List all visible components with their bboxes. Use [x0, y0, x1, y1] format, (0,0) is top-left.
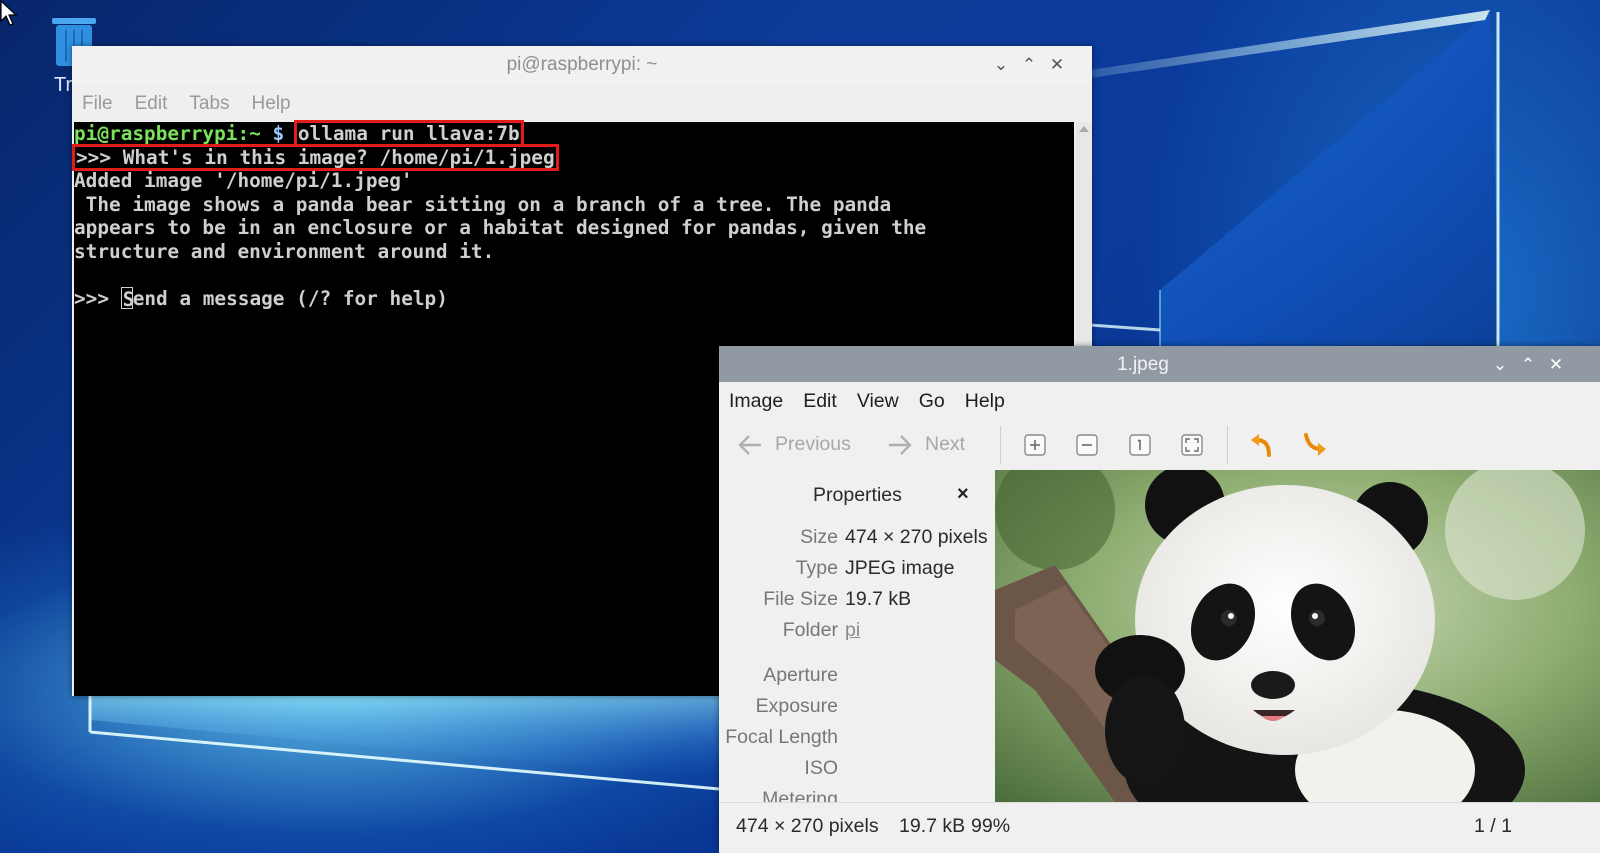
- input-line[interactable]: >>> Send a message (/? for help): [74, 286, 1074, 311]
- status-dimensions: 474 × 270 pixels: [736, 815, 879, 837]
- close-properties-icon[interactable]: ×: [957, 483, 969, 506]
- next-button[interactable]: Next: [887, 433, 965, 456]
- panda-picture: [995, 470, 1600, 802]
- zoom-in-button[interactable]: [1022, 432, 1048, 458]
- properties-panel: Properties × Size 474 × 270 pixels Type …: [719, 470, 995, 802]
- menu-edit[interactable]: Edit: [803, 390, 837, 413]
- minimize-icon[interactable]: ⌄: [990, 54, 1012, 76]
- rotate-right-button[interactable]: [1302, 432, 1328, 458]
- arrow-right-icon: [889, 434, 912, 455]
- menu-image[interactable]: Image: [729, 390, 783, 413]
- zoom-out-icon: [1076, 434, 1098, 456]
- trash-label: Tr: [54, 74, 73, 96]
- close-icon[interactable]: ✕: [1046, 54, 1068, 76]
- zoom-fit-button[interactable]: [1179, 432, 1205, 458]
- previous-button[interactable]: Previous: [737, 433, 851, 456]
- panda-image[interactable]: [995, 470, 1600, 802]
- prompt-dollar: $: [272, 122, 285, 145]
- toolbar-separator: [1227, 426, 1228, 464]
- zoom-normal-icon: [1129, 434, 1151, 456]
- zoom-out-button[interactable]: [1074, 432, 1100, 458]
- menu-file[interactable]: File: [82, 93, 113, 115]
- properties-header: Properties ×: [719, 483, 995, 514]
- terminal-title: pi@raspberrypi: ~: [506, 54, 658, 75]
- property-row-exposure: Exposure: [719, 695, 995, 725]
- status-file-size: 19.7 kB: [899, 815, 966, 837]
- property-key: Exposure: [755, 695, 838, 717]
- zoom-in-icon: [1024, 434, 1046, 456]
- question-line: >>> What's in this image? /home/pi/1.jpe…: [72, 143, 1074, 171]
- property-row-iso: ISO: [719, 757, 995, 787]
- property-row-metering: Metering: [719, 788, 995, 802]
- viewer-titlebar[interactable]: 1.jpeg ⌄ ⌃ ✕: [719, 346, 1600, 382]
- property-key: Aperture: [763, 664, 838, 686]
- output-line: appears to be in an enclosure or a habit…: [74, 216, 927, 239]
- rotate-left-button[interactable]: [1249, 432, 1275, 458]
- output-line: structure and environment around it.: [74, 239, 495, 263]
- input-prefix: >>>: [74, 286, 121, 310]
- menu-help[interactable]: Help: [252, 93, 291, 115]
- arrow-left-icon: [738, 434, 761, 455]
- command-line: pi@raspberrypi:~ $ ollama run llava:7b: [74, 120, 1074, 147]
- viewer-window-controls: ⌄ ⌃ ✕: [1489, 354, 1567, 376]
- property-row-folder: Folder pi: [719, 619, 995, 649]
- terminal-menubar: File Edit Tabs Help: [72, 84, 1092, 124]
- output-line: Added image '/home/pi/1.jpeg': [74, 169, 413, 192]
- menu-view[interactable]: View: [857, 390, 899, 413]
- rotate-right-icon: [1304, 433, 1326, 456]
- cursor-char: S: [122, 287, 135, 311]
- menu-go[interactable]: Go: [919, 390, 945, 413]
- property-row-aperture: Aperture: [719, 664, 995, 694]
- previous-label: Previous: [775, 433, 851, 455]
- property-key: ISO: [804, 757, 838, 779]
- mouse-cursor-icon: [0, 0, 18, 26]
- next-label: Next: [925, 433, 966, 455]
- menu-tabs[interactable]: Tabs: [189, 93, 229, 115]
- output-line: The image shows a panda bear sitting on …: [74, 192, 892, 216]
- maximize-icon[interactable]: ⌃: [1018, 54, 1040, 76]
- property-value: 19.7 kB: [845, 588, 912, 610]
- maximize-icon[interactable]: ⌃: [1517, 354, 1539, 376]
- property-key: Size: [800, 526, 838, 548]
- text-cursor: S: [120, 286, 135, 311]
- zoom-fit-icon: [1181, 434, 1203, 456]
- close-icon[interactable]: ✕: [1545, 354, 1567, 376]
- rotate-left-icon: [1251, 434, 1271, 457]
- property-key: Folder: [782, 619, 838, 641]
- property-value: JPEG image: [845, 557, 955, 579]
- property-row-focal-length: Focal Length: [719, 726, 995, 756]
- properties-title: Properties: [813, 484, 902, 506]
- viewer-toolbar: Previous Next: [719, 420, 1600, 470]
- input-placeholder: end a message (/? for help): [132, 286, 448, 310]
- image-viewer-window[interactable]: 1.jpeg ⌄ ⌃ ✕ Image Edit View Go Help Pre…: [719, 346, 1600, 853]
- prompt-user: pi@raspberrypi:~: [74, 122, 261, 145]
- property-value: 474 × 270 pixels: [845, 526, 988, 548]
- property-row-file-size: File Size 19.7 kB: [719, 588, 995, 618]
- menu-edit[interactable]: Edit: [135, 93, 168, 115]
- highlighted-question: >>> What's in this image? /home/pi/1.jpe…: [72, 143, 559, 171]
- status-image-position: 1 / 1: [1474, 815, 1512, 837]
- folder-link[interactable]: pi: [845, 619, 860, 642]
- property-key: Type: [795, 557, 838, 579]
- menu-help[interactable]: Help: [965, 390, 1005, 413]
- property-row-type: Type JPEG image: [719, 557, 995, 587]
- zoom-normal-button[interactable]: [1127, 432, 1153, 458]
- property-row-size: Size 474 × 270 pixels: [719, 526, 995, 556]
- property-key: Focal Length: [725, 726, 838, 748]
- viewer-menubar: Image Edit View Go Help: [719, 382, 1600, 420]
- scroll-up-icon[interactable]: [1079, 126, 1089, 132]
- viewer-title: 1.jpeg: [1117, 354, 1169, 375]
- toolbar-separator: [1000, 426, 1001, 464]
- terminal-window-controls: ⌄ ⌃ ✕: [990, 54, 1068, 76]
- highlighted-command: ollama run llava:7b: [293, 120, 524, 147]
- property-key: Metering: [762, 788, 838, 802]
- status-zoom: 99%: [971, 815, 1011, 837]
- terminal-titlebar[interactable]: pi@raspberrypi: ~ ⌄ ⌃ ✕: [72, 46, 1092, 84]
- viewer-statusbar: 474 × 270 pixels 19.7 kB 99% 1 / 1: [719, 802, 1600, 853]
- property-key: File Size: [763, 588, 838, 610]
- minimize-icon[interactable]: ⌄: [1489, 354, 1511, 376]
